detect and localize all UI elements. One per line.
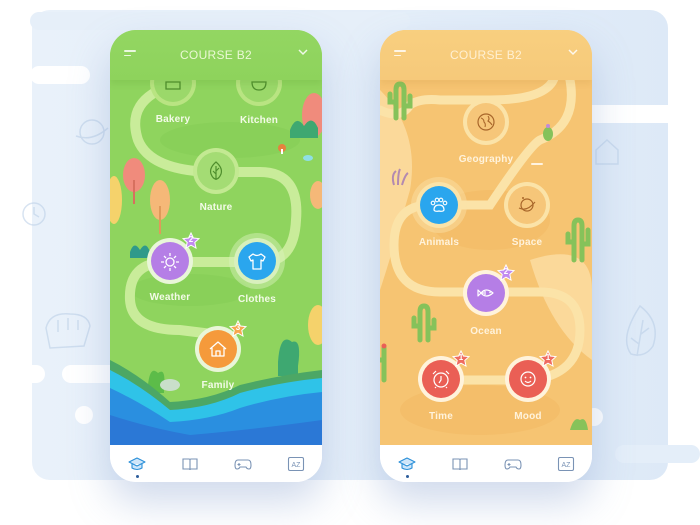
svg-text:AZ: AZ — [561, 462, 571, 469]
lesson-label: Ocean — [470, 326, 502, 337]
graduation-cap-icon — [397, 456, 416, 470]
lesson-node-clothes[interactable] — [234, 238, 280, 284]
az-dictionary-icon: AZ — [557, 456, 574, 471]
app-header: COURSE B2 — [110, 30, 322, 80]
cloud — [0, 66, 12, 84]
shirt-icon — [248, 253, 266, 270]
lesson-label: Nature — [199, 202, 233, 213]
tab-courses[interactable] — [392, 449, 422, 479]
course-title[interactable]: COURSE B2 — [180, 48, 252, 62]
lesson-label: Bakery — [155, 114, 191, 125]
tab-reading[interactable] — [175, 449, 205, 479]
house-doodle-icon — [595, 138, 619, 165]
lesson-label: Family — [201, 380, 235, 391]
leaf-icon — [209, 161, 223, 180]
alarm-clock-icon — [432, 370, 450, 389]
lesson-node-animals[interactable] — [416, 182, 462, 228]
graduation-cap-icon — [127, 456, 146, 470]
star-badge: 1 — [452, 350, 470, 368]
tab-reading[interactable] — [445, 449, 475, 479]
star-badge: 2 — [182, 232, 200, 250]
cloud — [615, 445, 700, 463]
az-dictionary-icon: AZ — [287, 456, 304, 471]
lesson-label: Geography — [458, 154, 514, 165]
clock-doodle-icon — [22, 202, 46, 226]
phone-screen-forest: COURSE B2 Bakery Kitchen Nature 2 Weathe… — [110, 30, 322, 482]
active-indicator — [405, 474, 409, 478]
lesson-label: Time — [429, 411, 453, 422]
tab-dictionary[interactable]: AZ — [281, 449, 311, 479]
lesson-label: Mood — [514, 411, 542, 422]
book-icon — [451, 457, 468, 470]
gamepad-icon — [233, 458, 252, 470]
smiley-icon — [520, 371, 536, 387]
menu-icon[interactable] — [394, 50, 406, 60]
leaf-doodle-icon — [625, 304, 656, 357]
chevron-down-icon[interactable] — [568, 48, 578, 58]
star-badge: 3 — [229, 320, 247, 338]
lesson-label: Clothes — [237, 294, 277, 305]
bottom-tab-bar: AZ — [380, 445, 592, 482]
cloud — [75, 406, 93, 424]
cloud — [0, 365, 45, 383]
star-count: 1 — [545, 353, 551, 362]
cloud — [30, 12, 410, 30]
lesson-node-space[interactable] — [504, 182, 550, 228]
fish-icon — [477, 289, 494, 297]
svg-text:AZ: AZ — [291, 462, 301, 469]
active-indicator — [135, 474, 139, 478]
lesson-node-geography[interactable] — [463, 99, 509, 145]
star-badge: 1 — [539, 350, 557, 368]
lesson-label: Animals — [418, 237, 460, 248]
tab-games[interactable] — [498, 449, 528, 479]
sun-icon — [161, 253, 179, 271]
lesson-label: Space — [511, 237, 543, 248]
star-count: 3 — [235, 323, 241, 332]
lesson-label: Kitchen — [239, 115, 279, 126]
star-count: 2 — [188, 235, 194, 244]
menu-icon[interactable] — [124, 50, 136, 60]
tab-dictionary[interactable]: AZ — [551, 449, 581, 479]
chevron-down-icon[interactable] — [298, 48, 308, 58]
book-icon — [181, 457, 198, 470]
star-count: 2 — [503, 267, 509, 276]
bottom-tab-bar: AZ — [110, 445, 322, 482]
gamepad-icon — [503, 458, 522, 470]
bread-doodle-icon — [45, 313, 91, 349]
globe-icon — [477, 113, 495, 131]
cloud — [30, 66, 90, 84]
app-header: COURSE B2 — [380, 30, 592, 80]
tab-games[interactable] — [228, 449, 258, 479]
star-count: 1 — [458, 353, 464, 362]
house-icon — [209, 341, 227, 357]
lesson-label: Weather — [149, 292, 191, 303]
paw-icon — [430, 197, 448, 212]
lesson-node-nature[interactable] — [193, 148, 239, 194]
planet-icon — [518, 197, 536, 212]
star-badge: 2 — [497, 264, 515, 282]
planet-doodle-icon — [75, 119, 109, 145]
tab-courses[interactable] — [122, 449, 152, 479]
course-title[interactable]: COURSE B2 — [450, 48, 522, 62]
phone-screen-desert: COURSE B2 Geography Animals Space 2 Ocea… — [380, 30, 592, 482]
